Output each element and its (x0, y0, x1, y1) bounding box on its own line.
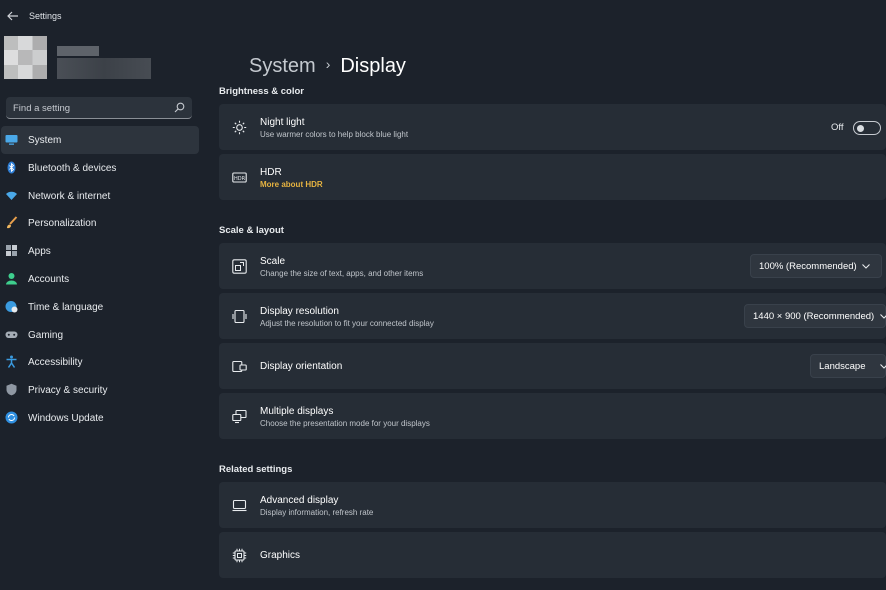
chevron-down-icon (880, 314, 886, 319)
system-icon (5, 135, 18, 145)
orientation-dropdown[interactable]: Landscape (810, 354, 886, 378)
sidebar-item-label: Time & language (28, 301, 104, 313)
back-arrow-icon[interactable] (6, 9, 20, 23)
page-title: Display (340, 55, 406, 77)
sidebar-item-gaming[interactable]: Gaming (1, 321, 199, 349)
brush-icon (7, 216, 18, 229)
sidebar-item-label: Network & internet (28, 190, 111, 202)
multiple-displays-card[interactable]: Multiple displays Choose the presentatio… (219, 393, 886, 439)
card-subtitle: Adjust the resolution to fit your connec… (260, 319, 434, 328)
sidebar-item-apps[interactable]: Apps (1, 237, 199, 265)
advanced-display-card[interactable]: Advanced display Display information, re… (219, 482, 886, 528)
card-subtitle: Change the size of text, apps, and other… (260, 269, 424, 278)
card-title: HDR (260, 167, 282, 178)
night-light-toggle[interactable] (853, 121, 881, 135)
sidebar-item-time-language[interactable]: Time & language (1, 293, 199, 321)
display-orientation-card[interactable]: Display orientation Landscape (219, 343, 886, 389)
sidebar-item-label: Gaming (28, 329, 64, 341)
hdr-card[interactable]: HDR HDR More about HDR (219, 154, 886, 200)
sidebar-item-label: System (28, 135, 62, 146)
shield-icon (6, 383, 17, 396)
dropdown-value: 100% (Recommended) (759, 261, 857, 272)
search-placeholder: Find a setting (13, 103, 71, 114)
sidebar-item-label: Privacy & security (28, 385, 108, 397)
card-title: Display resolution (260, 306, 339, 317)
scale-icon (232, 259, 247, 274)
section-title-related: Related settings (219, 464, 293, 475)
sidebar-item-label: Personalization (28, 218, 97, 230)
sidebar-item-label: Windows Update (28, 412, 104, 424)
search-icon[interactable] (174, 102, 185, 113)
sidebar-item-privacy-security[interactable]: Privacy & security (1, 376, 199, 404)
accessibility-icon (6, 355, 17, 369)
card-title: Scale (260, 256, 286, 267)
night-light-card[interactable]: Night light Use warmer colors to help bl… (219, 104, 886, 150)
accounts-icon (6, 272, 17, 285)
sidebar-item-label: Accounts (28, 273, 70, 285)
sidebar-item-system[interactable]: System (1, 126, 199, 154)
dropdown-value: Landscape (819, 361, 866, 372)
resolution-icon (232, 309, 247, 324)
card-subtitle: Use warmer colors to help block blue lig… (260, 130, 409, 139)
sidebar-item-personalization[interactable]: Personalization (1, 209, 199, 237)
user-profile[interactable] (4, 36, 164, 82)
multiple-displays-icon (232, 409, 247, 424)
scale-dropdown[interactable]: 100% (Recommended) (750, 254, 882, 278)
card-subtitle: Display information, refresh rate (260, 508, 374, 517)
card-subtitle: Choose the presentation mode for your di… (260, 419, 430, 428)
chevron-down-icon (862, 264, 870, 269)
search-input[interactable]: Find a setting (6, 97, 192, 119)
resolution-dropdown[interactable]: 1440 × 900 (Recommended) (744, 304, 886, 328)
breadcrumb: System › Display (249, 55, 406, 78)
app-title: Settings (29, 11, 62, 21)
card-title: Graphics (260, 550, 301, 561)
globe-clock-icon (5, 300, 18, 313)
section-title-scale-layout: Scale & layout (219, 225, 284, 236)
hdr-icon: HDR (232, 172, 247, 183)
card-title: Night light (260, 117, 305, 128)
card-title: Display orientation (260, 361, 343, 372)
card-title: Multiple displays (260, 406, 334, 417)
brightness-icon (232, 120, 247, 135)
sidebar-item-accounts[interactable]: Accounts (1, 265, 199, 293)
display-resolution-card[interactable]: Display resolution Adjust the resolution… (219, 293, 886, 339)
more-about-hdr-link[interactable]: More about HDR (260, 180, 323, 189)
monitor-icon (232, 499, 247, 512)
sidebar-nav: System Bluetooth & devices Network & int… (0, 126, 200, 432)
sidebar-item-label: Accessibility (28, 357, 83, 369)
sidebar-item-bluetooth[interactable]: Bluetooth & devices (1, 154, 199, 182)
wifi-icon (6, 191, 17, 200)
gamepad-icon (5, 331, 18, 338)
sidebar-item-label: Apps (28, 246, 51, 258)
breadcrumb-separator: › (325, 56, 331, 72)
toggle-state-label: Off (831, 122, 844, 133)
orientation-icon (232, 360, 247, 373)
apps-icon (6, 245, 17, 257)
sidebar-item-network[interactable]: Network & internet (1, 182, 199, 210)
breadcrumb-parent[interactable]: System (249, 55, 316, 77)
user-name-blurred (57, 46, 99, 56)
graphics-card[interactable]: Graphics (219, 532, 886, 578)
scale-card[interactable]: Scale Change the size of text, apps, and… (219, 243, 886, 289)
card-title: Advanced display (260, 495, 339, 506)
sidebar-item-label: Bluetooth & devices (28, 162, 117, 174)
title-bar: Settings (0, 0, 886, 34)
sidebar-item-windows-update[interactable]: Windows Update (1, 404, 199, 432)
avatar (4, 36, 47, 79)
user-email-blurred (57, 58, 151, 79)
sidebar-item-accessibility[interactable]: Accessibility (1, 348, 199, 376)
bluetooth-icon (7, 161, 16, 174)
svg-text:HDR: HDR (234, 176, 246, 182)
update-icon (5, 411, 18, 424)
chevron-down-icon (880, 364, 886, 369)
dropdown-value: 1440 × 900 (Recommended) (753, 311, 875, 322)
graphics-chip-icon (232, 548, 247, 563)
section-title-brightness: Brightness & color (219, 86, 304, 97)
